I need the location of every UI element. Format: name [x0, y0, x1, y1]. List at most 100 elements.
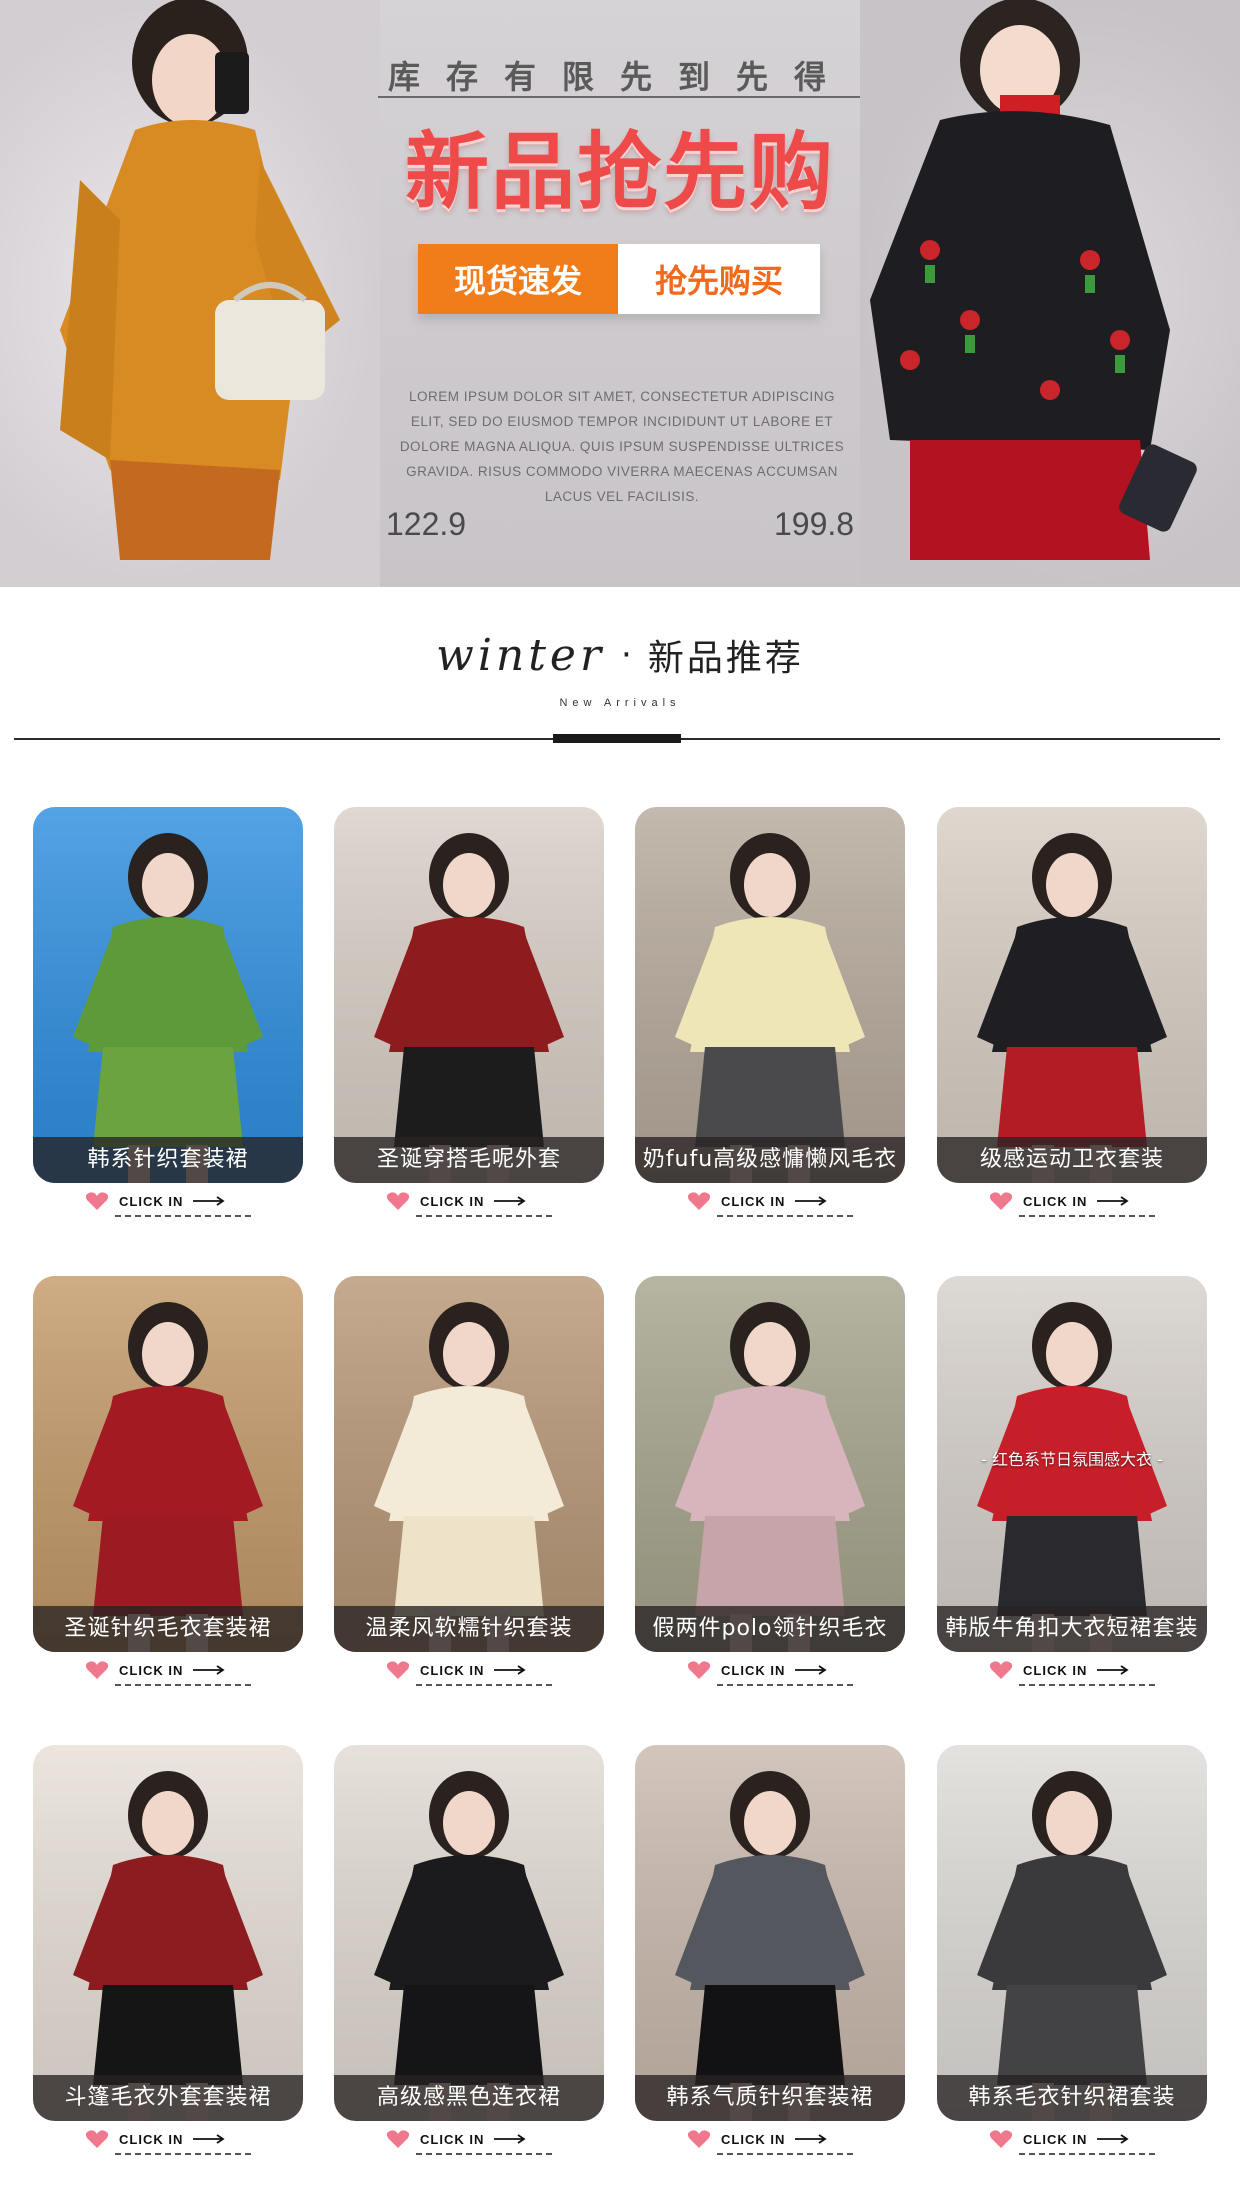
- hero-price-left: 122.9: [386, 506, 467, 542]
- product-card[interactable]: 温柔风软糯针织套装 CLICK IN: [334, 1276, 604, 1686]
- section-title-cn: 新品推荐: [647, 638, 804, 679]
- click-in-link[interactable]: CLICK IN: [386, 1654, 552, 1686]
- click-in-underline: [1019, 2153, 1155, 2155]
- arrow-right-icon: [494, 2134, 526, 2144]
- hero-model-right-image: [870, 0, 1197, 560]
- product-image[interactable]: 圣诞穿搭毛呢外套: [334, 807, 604, 1183]
- click-in-underline: [717, 1215, 853, 1217]
- hero-subtitle: 库存有限先到先得: [387, 58, 852, 96]
- click-in-label: CLICK IN: [721, 1193, 786, 1209]
- product-label: 级感运动卫衣套装: [937, 1137, 1207, 1183]
- product-image[interactable]: 斗篷毛衣外套套装裙: [33, 1745, 303, 2121]
- product-label: 圣诞穿搭毛呢外套: [334, 1137, 604, 1183]
- arrow-right-icon: [795, 1196, 827, 1206]
- click-in-label: CLICK IN: [1023, 1193, 1088, 1209]
- product-image[interactable]: 级感运动卫衣套装: [937, 807, 1207, 1183]
- click-in-link[interactable]: CLICK IN: [386, 1185, 552, 1217]
- arrow-right-icon: [494, 1196, 526, 1206]
- arrow-right-icon: [1097, 1196, 1129, 1206]
- product-photo: [33, 1276, 303, 1652]
- product-label: 斗篷毛衣外套套装裙: [33, 2075, 303, 2121]
- click-in-link[interactable]: CLICK IN: [85, 1654, 251, 1686]
- click-in-underline: [115, 1684, 251, 1686]
- click-in-underline: [416, 1684, 552, 1686]
- product-image[interactable]: 韩系针织套装裙: [33, 807, 303, 1183]
- product-card[interactable]: 假两件polo领针织毛衣 CLICK IN: [635, 1276, 905, 1686]
- product-image[interactable]: 高级感黑色连衣裙: [334, 1745, 604, 2121]
- section-divider-accent: [553, 734, 681, 743]
- in-stock-button[interactable]: 现货速发: [418, 244, 618, 314]
- product-tag: - 红色系节日氛围感大衣 -: [981, 1450, 1163, 1469]
- click-in-label: CLICK IN: [721, 2131, 786, 2147]
- click-in-underline: [1019, 1684, 1155, 1686]
- product-image[interactable]: 温柔风软糯针织套装: [334, 1276, 604, 1652]
- click-in-link[interactable]: CLICK IN: [386, 2123, 552, 2155]
- product-label: 假两件polo领针织毛衣: [635, 1606, 905, 1652]
- heart-icon: [386, 1192, 410, 1210]
- click-in-link[interactable]: CLICK IN: [85, 1185, 251, 1217]
- hero-banner[interactable]: 库存有限先到先得 新品抢先购 现货速发 抢先购买 LOREM IPSUM DOL…: [0, 0, 1240, 587]
- section-title: winter · 新品推荐: [0, 629, 1240, 681]
- product-label: 韩版牛角扣大衣短裙套装: [937, 1606, 1207, 1652]
- click-in-label: CLICK IN: [420, 1193, 485, 1209]
- arrow-right-icon: [193, 1665, 225, 1675]
- product-image[interactable]: 假两件polo领针织毛衣: [635, 1276, 905, 1652]
- arrow-right-icon: [193, 1196, 225, 1206]
- click-in-link[interactable]: CLICK IN: [989, 2123, 1155, 2155]
- product-image[interactable]: 圣诞针织毛衣套装裙: [33, 1276, 303, 1652]
- hero-description: LOREM IPSUM DOLOR SIT AMET, CONSECTETUR …: [399, 389, 845, 504]
- click-in-link[interactable]: CLICK IN: [85, 2123, 251, 2155]
- product-photo: [33, 1745, 303, 2121]
- arrow-right-icon: [795, 1665, 827, 1675]
- click-in-label: CLICK IN: [119, 2131, 184, 2147]
- product-card[interactable]: 韩系毛衣针织裙套装 CLICK IN: [937, 1745, 1207, 2155]
- product-photo: [334, 807, 604, 1183]
- product-card[interactable]: 斗篷毛衣外套套装裙 CLICK IN: [33, 1745, 303, 2155]
- product-image[interactable]: 韩系毛衣针织裙套装: [937, 1745, 1207, 2121]
- click-in-underline: [115, 2153, 251, 2155]
- product-image[interactable]: 韩系气质针织套装裙: [635, 1745, 905, 2121]
- product-card[interactable]: - 红色系节日氛围感大衣 - 韩版牛角扣大衣短裙套装 CLICK IN: [937, 1276, 1207, 1686]
- click-in-link[interactable]: CLICK IN: [687, 1654, 853, 1686]
- buy-now-button[interactable]: 抢先购买: [618, 244, 820, 314]
- click-in-link[interactable]: CLICK IN: [989, 1654, 1155, 1686]
- click-in-link[interactable]: CLICK IN: [989, 1185, 1155, 1217]
- click-in-underline: [1019, 1215, 1155, 1217]
- product-photo: [635, 1745, 905, 2121]
- product-image[interactable]: - 红色系节日氛围感大衣 - 韩版牛角扣大衣短裙套装: [937, 1276, 1207, 1652]
- section-header: winter · 新品推荐 New Arrivals: [0, 587, 1240, 757]
- section-title-separator: ·: [621, 635, 632, 675]
- click-in-underline: [717, 1684, 853, 1686]
- click-in-underline: [416, 2153, 552, 2155]
- heart-icon: [386, 2130, 410, 2148]
- heart-icon: [85, 2130, 109, 2148]
- product-photo: [33, 807, 303, 1183]
- heart-icon: [989, 1192, 1013, 1210]
- click-in-underline: [416, 1215, 552, 1217]
- heart-icon: [687, 2130, 711, 2148]
- product-label: 圣诞针织毛衣套装裙: [33, 1606, 303, 1652]
- product-card[interactable]: 圣诞针织毛衣套装裙 CLICK IN: [33, 1276, 303, 1686]
- click-in-label: CLICK IN: [1023, 1662, 1088, 1678]
- click-in-label: CLICK IN: [721, 1662, 786, 1678]
- product-card[interactable]: 奶fufu高级感慵懒风毛衣 CLICK IN: [635, 807, 905, 1217]
- click-in-link[interactable]: CLICK IN: [687, 2123, 853, 2155]
- product-image[interactable]: 奶fufu高级感慵懒风毛衣: [635, 807, 905, 1183]
- click-in-label: CLICK IN: [1023, 2131, 1088, 2147]
- product-card[interactable]: 韩系气质针织套装裙 CLICK IN: [635, 1745, 905, 2155]
- click-in-label: CLICK IN: [119, 1662, 184, 1678]
- product-photo: [937, 807, 1207, 1183]
- product-card[interactable]: 圣诞穿搭毛呢外套 CLICK IN: [334, 807, 604, 1217]
- product-card[interactable]: 级感运动卫衣套装 CLICK IN: [937, 807, 1207, 1217]
- product-label: 韩系针织套装裙: [33, 1137, 303, 1183]
- hero-title: 新品抢先购: [404, 123, 835, 221]
- product-card[interactable]: 高级感黑色连衣裙 CLICK IN: [334, 1745, 604, 2155]
- heart-icon: [85, 1661, 109, 1679]
- click-in-link[interactable]: CLICK IN: [687, 1185, 853, 1217]
- product-card[interactable]: 韩系针织套装裙 CLICK IN: [33, 807, 303, 1217]
- product-photo: [635, 1276, 905, 1652]
- click-in-label: CLICK IN: [119, 1193, 184, 1209]
- product-label: 韩系气质针织套装裙: [635, 2075, 905, 2121]
- arrow-right-icon: [193, 2134, 225, 2144]
- hero-price-right: 199.8: [774, 506, 855, 542]
